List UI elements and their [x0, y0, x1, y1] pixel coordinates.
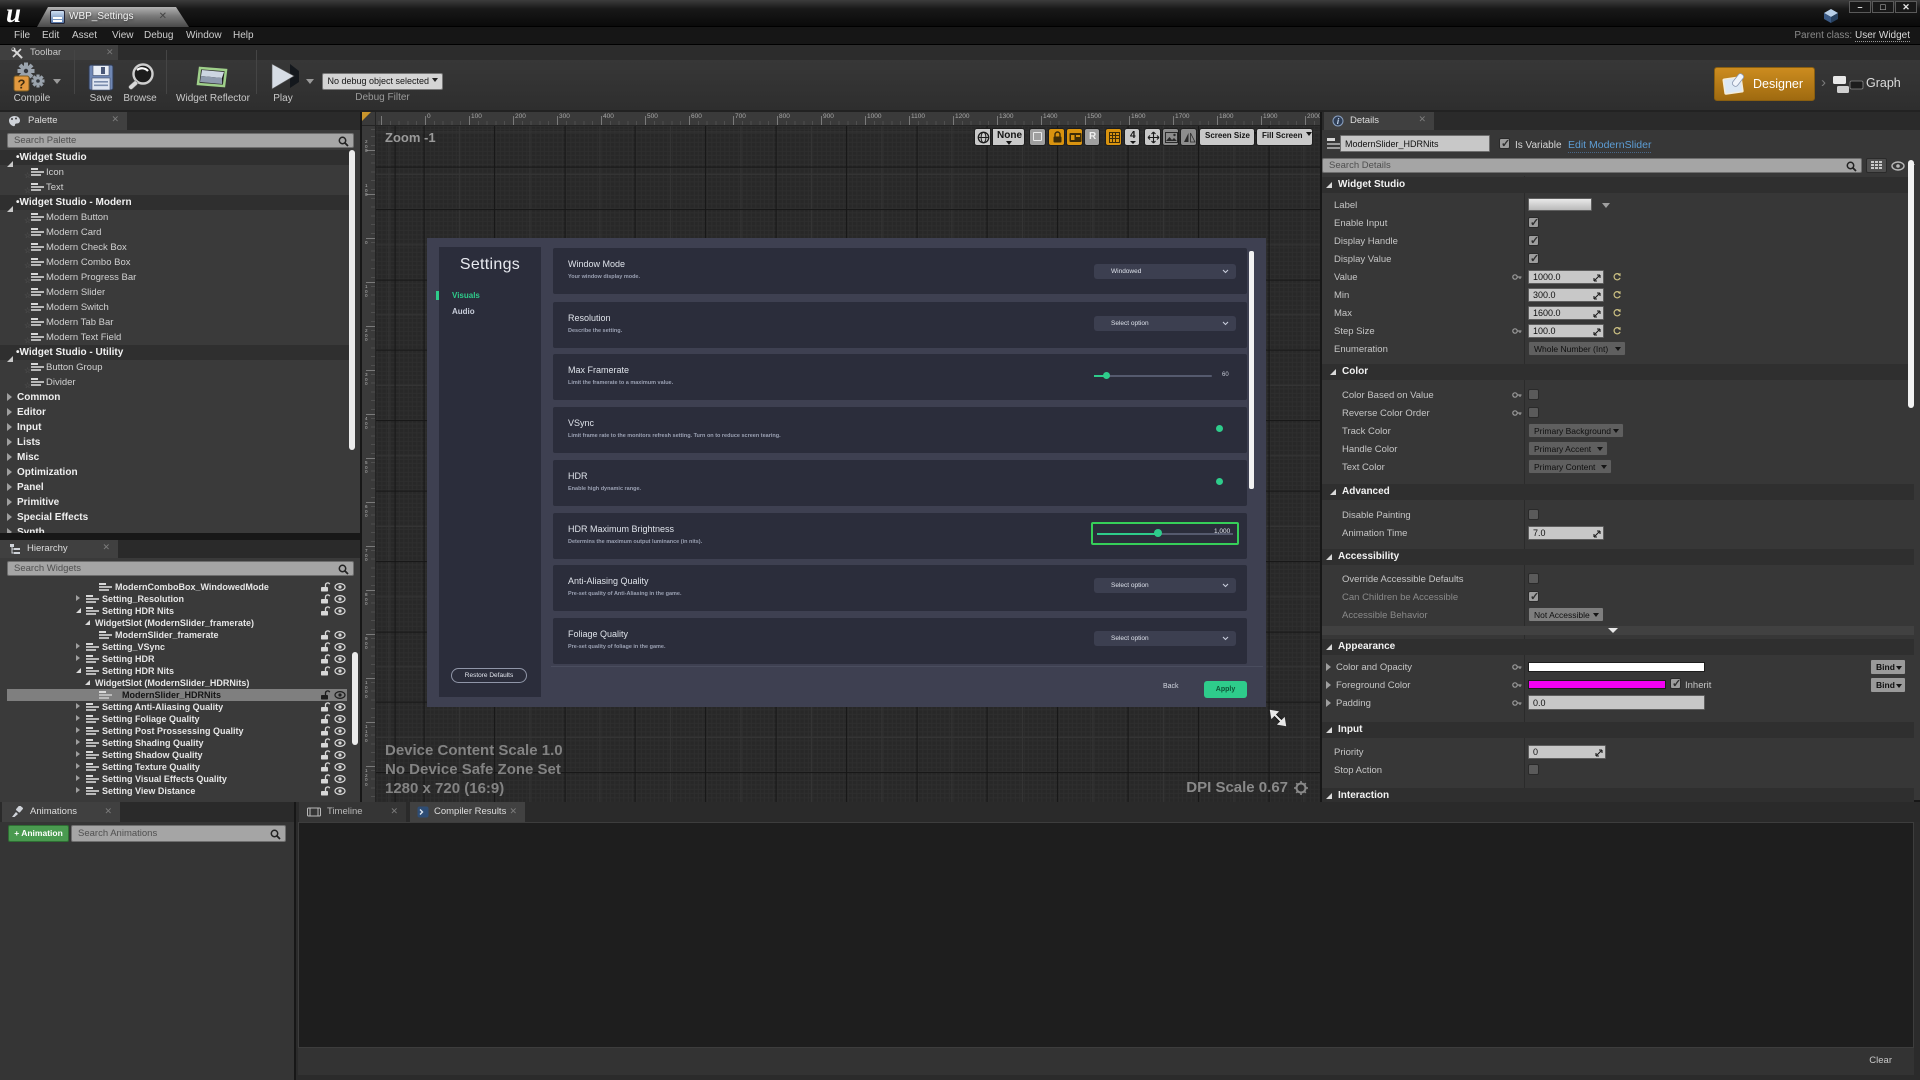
svg-text:?: ? — [18, 77, 26, 92]
